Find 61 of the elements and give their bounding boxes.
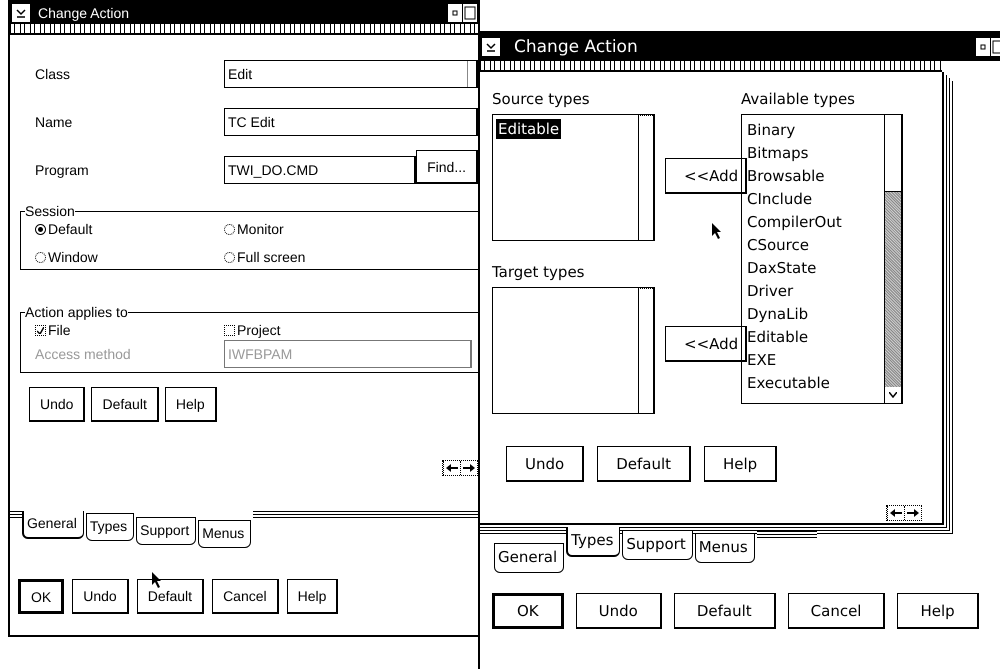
group-label: Action applies to: [25, 304, 128, 320]
radio-label: Default: [48, 221, 92, 237]
checkbox-label: File: [48, 322, 71, 338]
page-button[interactable]: Undo: [29, 387, 86, 422]
notebook-tab[interactable]: General: [494, 543, 564, 573]
dialog-button[interactable]: Default: [674, 593, 776, 629]
dialog-button[interactable]: OK: [18, 579, 64, 614]
list-item[interactable]: CInclude: [745, 188, 814, 211]
list-item[interactable]: CompilerOut: [745, 211, 844, 234]
dialog-button[interactable]: Undo: [72, 579, 129, 614]
list-box[interactable]: Binary Bitmaps Browsable CInclude CompilerOut CSource DaxState Driver DynaLib Editable EXE Executable: [741, 114, 903, 404]
add-button[interactable]: <<Add: [665, 326, 747, 362]
field-label: Program: [35, 162, 90, 178]
dialog-button[interactable]: OK: [492, 593, 564, 629]
notebook-tab[interactable]: Menus: [198, 520, 252, 548]
list-item[interactable]: CSource: [745, 234, 811, 257]
list-label: Target types: [492, 263, 586, 283]
list-label: Available types: [741, 90, 856, 110]
notebook-tab[interactable]: Types: [86, 513, 134, 541]
page-button[interactable]: Undo: [506, 446, 584, 482]
list-item[interactable]: Driver: [745, 280, 796, 303]
window-title: Change Action: [38, 5, 130, 21]
dialog-button[interactable]: Help: [897, 593, 979, 629]
dialog-button[interactable]: Cancel: [788, 593, 886, 629]
list-item[interactable]: Browsable: [745, 165, 826, 188]
notebook-tab[interactable]: Support: [622, 530, 693, 560]
page-button[interactable]: Help: [704, 446, 778, 482]
field-label: Class: [35, 66, 72, 82]
group-label: Session: [25, 203, 75, 219]
checkbox-label: Project: [237, 322, 281, 338]
add-button[interactable]: <<Add: [665, 158, 747, 194]
field-label: Access method: [35, 346, 132, 362]
dialog-button[interactable]: Cancel: [212, 579, 279, 614]
page-button[interactable]: Default: [597, 446, 691, 482]
text-field[interactable]: TC Edit: [224, 108, 478, 136]
dialog-button[interactable]: Default: [136, 579, 204, 614]
notebook-tab[interactable]: General: [22, 511, 84, 539]
radio-label: Full screen: [237, 249, 306, 265]
list-item[interactable]: Bitmaps: [745, 142, 810, 165]
list-item[interactable]: Executable: [745, 372, 832, 395]
window-title: Change Action: [514, 37, 639, 57]
dialog-button[interactable]: Help: [286, 579, 338, 614]
list-item[interactable]: EXE: [745, 349, 778, 372]
list-item[interactable]: DynaLib: [745, 303, 810, 326]
notebook-tab[interactable]: Menus: [694, 533, 755, 563]
notebook-tab[interactable]: Types: [566, 527, 620, 557]
list-item[interactable]: Editable: [745, 326, 810, 349]
list-item[interactable]: Binary: [745, 119, 798, 142]
dropdown-field[interactable]: Edit: [224, 60, 478, 88]
list-box[interactable]: Editable: [492, 114, 655, 241]
page-button[interactable]: Help: [164, 387, 217, 422]
field-label: Name: [35, 114, 74, 130]
radio-label: Window: [48, 249, 98, 265]
notebook-tab[interactable]: Support: [136, 517, 196, 545]
list-item[interactable]: Editable: [496, 119, 562, 139]
list-label: Source types: [492, 90, 591, 110]
page-button[interactable]: Default: [91, 387, 159, 422]
find-button[interactable]: Find...: [416, 150, 478, 184]
list-item[interactable]: DaxState: [745, 257, 818, 280]
dialog-button[interactable]: Undo: [576, 593, 662, 629]
radio-label: Monitor: [237, 221, 284, 237]
